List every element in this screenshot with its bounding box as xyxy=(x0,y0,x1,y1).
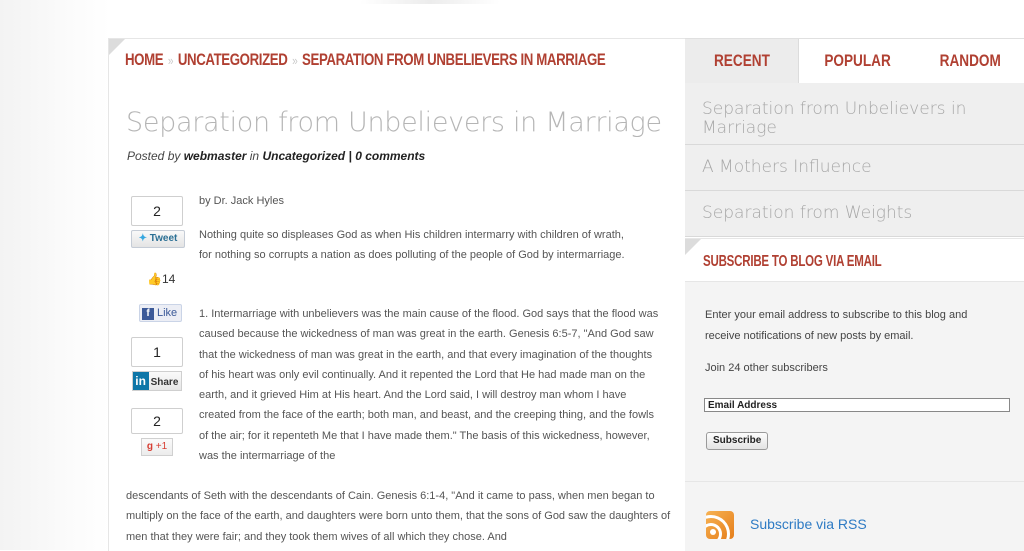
tab-recent-label: RECENT xyxy=(713,51,770,70)
tweet-count: 2 xyxy=(131,196,183,226)
tab-random[interactable]: RANDOM xyxy=(917,39,1024,83)
breadcrumb-current: SEPARATION FROM UNBELIEVERS IN MARRIAGE xyxy=(302,50,606,69)
twitter-bird-icon: ✦ xyxy=(138,233,147,244)
post-byline: by Dr. Jack Hyles xyxy=(199,195,284,207)
gplus-icon: g xyxy=(146,441,153,452)
meta-in: in xyxy=(249,149,260,163)
linkedin-icon: in xyxy=(132,372,149,390)
post-paragraph: descendants of Seth with the descendants… xyxy=(126,490,671,543)
subscribe-heading-bar: SUBSCRIBE TO BLOG VIA EMAIL xyxy=(685,238,1024,281)
comments-link[interactable]: 0 comments xyxy=(355,149,425,163)
linkedin-share-button[interactable]: in Share xyxy=(131,371,183,391)
sidebar-tabs: RECENT POPULAR RANDOM xyxy=(685,38,1024,83)
meta-separator: | xyxy=(348,149,352,163)
rss-subscribe-link[interactable]: Subscribe via RSS xyxy=(750,516,867,532)
recent-post-link[interactable]: Separation from Weights xyxy=(685,191,1024,237)
thumbs-up-icon: 👍 xyxy=(147,272,162,286)
breadcrumb-home-link[interactable]: HOME xyxy=(125,50,164,69)
sidebar: RECENT POPULAR RANDOM Separation from Un… xyxy=(685,38,1024,551)
tweet-button[interactable]: ✦ Tweet xyxy=(131,230,185,248)
tweet-widget: 2 ✦ Tweet xyxy=(131,196,185,248)
tab-recent[interactable]: RECENT xyxy=(685,39,799,83)
linkedin-label: Share xyxy=(150,377,179,388)
rss-icon[interactable] xyxy=(706,511,734,539)
post-paragraph: Nothing quite so displeases God as when … xyxy=(199,229,625,262)
facebook-like-button[interactable]: f Like xyxy=(139,304,183,322)
author-link[interactable]: webmaster xyxy=(184,149,247,163)
recent-post-link[interactable]: Separation from Unbelievers in Marriage xyxy=(685,83,1024,145)
header-fragment xyxy=(360,0,500,4)
subscribe-button[interactable]: Subscribe xyxy=(706,432,769,450)
tab-popular-label: POPULAR xyxy=(824,51,892,70)
corner-fold xyxy=(109,39,125,55)
gplus-label: +1 xyxy=(155,441,168,452)
recent-posts-list: Separation from Unbelievers in Marriage … xyxy=(685,83,1024,237)
tab-popular[interactable]: POPULAR xyxy=(799,39,917,83)
tweet-label: Tweet xyxy=(149,233,178,244)
tab-random-label: RANDOM xyxy=(939,51,1002,70)
gplus-button[interactable]: g +1 xyxy=(140,438,174,456)
subscriber-count-text: Join 24 other subscribers xyxy=(705,362,828,374)
linkedin-widget: 1 in Share xyxy=(131,337,183,391)
like-label: Like xyxy=(157,307,178,319)
linkedin-count: 1 xyxy=(131,337,183,367)
recent-post-link[interactable]: A Mothers Influence xyxy=(685,145,1024,191)
breadcrumb: HOME» UNCATEGORIZED» SEPARATION FROM UNBEL… xyxy=(125,50,606,72)
facebook-icon: f xyxy=(142,308,154,320)
like-count: 14 xyxy=(161,272,176,286)
gplus-count: 2 xyxy=(131,408,183,434)
email-input[interactable]: Email Address xyxy=(704,398,1010,412)
subscribe-description: Enter your email address to subscribe to… xyxy=(705,309,968,342)
post-meta: Posted by webmaster in Uncategorized | 0… xyxy=(127,149,425,163)
gplus-widget: 2 g +1 xyxy=(131,408,183,456)
post-title: Separation from Unbelievers in Marriage xyxy=(126,107,662,138)
breadcrumb-category-link[interactable]: UNCATEGORIZED xyxy=(178,50,288,69)
category-link[interactable]: Uncategorized xyxy=(262,149,345,163)
rss-widget: Subscribe via RSS xyxy=(685,481,1024,551)
post-content-area: HOME» UNCATEGORIZED» SEPARATION FROM UNBEL… xyxy=(108,38,686,551)
corner-fold xyxy=(685,239,701,255)
subscribe-widget: Enter your email address to subscribe to… xyxy=(685,281,1024,482)
subscribe-heading: SUBSCRIBE TO BLOG VIA EMAIL xyxy=(703,253,882,270)
post-paragraph: 1. Intermarriage with unbelievers was th… xyxy=(199,308,659,463)
breadcrumb-separator: » xyxy=(292,53,298,68)
meta-prefix: Posted by xyxy=(127,149,181,163)
breadcrumb-separator: » xyxy=(167,53,174,68)
facebook-like-count: 👍14 xyxy=(147,272,175,286)
